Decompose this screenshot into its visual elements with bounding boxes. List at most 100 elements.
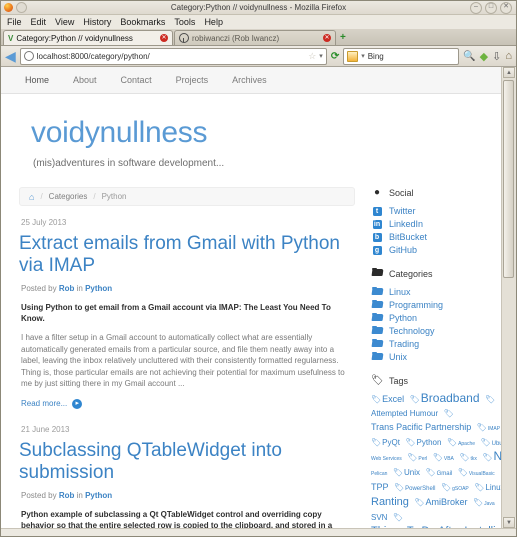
chevron-down-icon[interactable]: ▾ [319,52,323,60]
category-link-trading[interactable]: Trading [389,339,419,349]
tag-link[interactable]: Python [417,438,442,447]
category-link-programming[interactable]: Programming [389,300,443,310]
breadcrumb-python[interactable]: Python [102,192,127,201]
bookmark-star-icon[interactable]: ☆ [308,51,316,62]
tag-link[interactable]: Apache [458,441,475,447]
chevron-down-icon[interactable]: ▾ [361,52,365,60]
list-item[interactable]: b BitBucket [371,230,501,243]
post-title[interactable]: Extract emails from Gmail with Python vi… [19,233,355,277]
tab-close-icon[interactable]: ✕ [160,34,168,42]
site-header: voidynullness (mis)adventures in softwar… [1,94,501,187]
menu-view[interactable]: View [55,17,74,27]
tag-link[interactable]: Pelican [371,471,387,477]
scroll-down-button[interactable]: ▼ [503,517,515,528]
category-link-linux[interactable]: Linux [389,287,411,297]
site-title[interactable]: voidynullness [31,116,501,150]
breadcrumb-categories[interactable]: Categories [49,192,88,201]
tag-link[interactable]: Unix [404,468,420,477]
list-item[interactable]: Programming [371,298,501,311]
site-nav-about[interactable]: About [73,75,97,85]
tag-link[interactable]: IMAP [488,426,500,432]
menu-tools[interactable]: Tools [174,17,195,27]
list-item[interactable]: t Twitter [371,204,501,217]
social-link-bitbucket[interactable]: BitBucket [389,232,427,242]
post-category[interactable]: Python [85,491,112,500]
menu-edit[interactable]: Edit [31,17,47,27]
tab-robiwanczi[interactable]: robiwanczi (Rob Iwancz) ✕ [174,30,336,45]
site-nav-projects[interactable]: Projects [176,75,209,85]
category-link-technology[interactable]: Technology [389,326,435,336]
tag-link[interactable]: SVN [371,513,387,522]
tag-link[interactable]: Web Services [371,456,402,462]
tag-link[interactable]: Trans Pacific Partnership [371,422,471,432]
post-author[interactable]: Rob [59,491,75,500]
search-icon[interactable]: 🔍 [463,51,475,62]
tag-link[interactable]: TPP [371,482,389,492]
menu-bookmarks[interactable]: Bookmarks [120,17,165,27]
back-icon[interactable]: ◀ [5,49,16,63]
tag-link[interactable]: AmiBroker [426,497,468,507]
folder-icon [371,351,383,362]
home-icon[interactable]: ⌂ [29,192,34,202]
menu-help[interactable]: Help [204,17,223,27]
page-scrollbar[interactable]: ▲ ▼ [501,67,516,528]
folder-icon [371,299,383,310]
tag-link[interactable]: NBN [494,449,501,463]
category-link-python[interactable]: Python [389,313,417,323]
search-engine-icon[interactable] [347,50,359,62]
linkedin-icon: in [372,220,382,229]
scroll-up-button[interactable]: ▲ [503,67,515,78]
social-link-github[interactable]: GitHub [389,245,417,255]
tag-link[interactable]: Things To Do After Installing Linux [371,525,501,528]
social-link-twitter[interactable]: Twitter [389,206,416,216]
post-title[interactable]: Subclassing QTableWidget into submission [19,440,355,484]
tag-link[interactable]: VisualBasic [469,471,495,477]
list-item[interactable]: g GitHub [371,243,501,256]
post-lede: Python example of subclassing a Qt QTabl… [21,509,333,529]
scrollbar-track[interactable] [502,78,516,517]
tag-link[interactable]: Ranting [371,496,409,508]
translate-icon[interactable]: ◆ [480,50,488,63]
site-nav-contact[interactable]: Contact [121,75,152,85]
list-item[interactable]: Linux [371,285,501,298]
tab-close-icon[interactable]: ✕ [323,34,331,42]
social-link-linkedin[interactable]: LinkedIn [389,219,423,229]
byline-mid: in [76,490,83,500]
home-icon[interactable]: ⌂ [505,50,512,62]
menu-file[interactable]: File [7,17,22,27]
menu-history[interactable]: History [83,17,111,27]
list-item[interactable]: in LinkedIn [371,217,501,230]
post-category[interactable]: Python [85,284,112,293]
list-item[interactable]: Python [371,311,501,324]
list-item[interactable]: Trading [371,337,501,350]
tag-link[interactable]: Attempted Humour [371,409,438,418]
tag-link[interactable]: PyQt [382,438,400,447]
site-nav-home[interactable]: Home [25,75,49,85]
list-item[interactable]: Unix [371,350,501,363]
new-tab-button[interactable]: + [337,31,349,45]
tag-link[interactable]: Linux [485,483,501,492]
post-author[interactable]: Rob [59,284,75,293]
url-bar[interactable]: localhost:8000/category/python/ ☆ ▾ [19,47,327,65]
tag-link[interactable]: Gmail [437,471,453,477]
category-link-unix[interactable]: Unix [389,352,407,362]
reload-icon[interactable]: ⟳ [331,51,339,62]
tag-link[interactable]: tkx [471,456,477,462]
list-item[interactable]: Technology [371,324,501,337]
tag-link[interactable]: gSOAP [452,486,469,492]
scrollbar-thumb[interactable] [503,80,514,278]
byline-prefix: Posted by [21,490,57,500]
tag-link[interactable]: VBA [444,456,454,462]
tag-link[interactable]: PowerShell [405,486,435,492]
tag-link[interactable]: Broadband [421,391,480,405]
tag-link[interactable]: Java [484,501,495,507]
site-nav-archives[interactable]: Archives [232,75,267,85]
tab-category-python[interactable]: V Category:Python // voidynullness ✕ [3,30,173,45]
tag-link[interactable]: Perl [418,456,427,462]
read-more-link[interactable]: Read more... [21,399,67,408]
search-bar[interactable]: ▾ Bing [343,47,460,65]
tag-link[interactable]: Ubuntu [492,441,501,447]
read-more[interactable]: Read more... ▸ [21,398,355,409]
download-icon[interactable]: ⇩ [492,50,501,63]
tag-link[interactable]: Excel [382,394,404,404]
